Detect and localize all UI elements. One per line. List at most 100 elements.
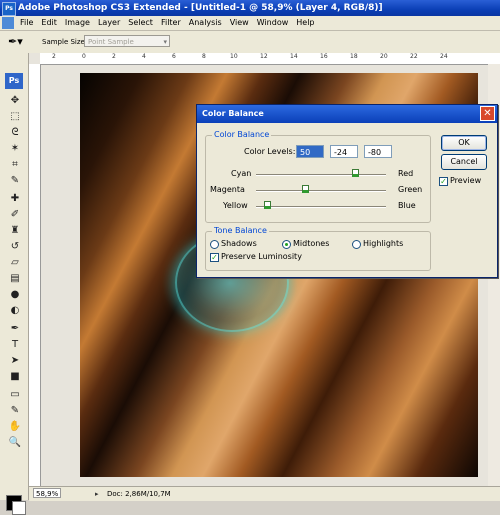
red-label: Red <box>398 169 414 178</box>
menu-view[interactable]: View <box>226 16 253 30</box>
ruler-number: 22 <box>410 53 418 60</box>
pen-icon[interactable]: ✒ <box>8 323 22 335</box>
crop-icon[interactable]: ⌗ <box>8 159 22 171</box>
ruler-number: 4 <box>142 53 146 60</box>
yellow-label: Yellow <box>223 201 248 210</box>
eyedropper-icon[interactable]: ✒▾ <box>8 35 23 48</box>
blur-icon[interactable]: ● <box>8 289 22 301</box>
menu-help[interactable]: Help <box>292 16 318 30</box>
midtones-label: Midtones <box>293 239 330 248</box>
move-icon[interactable]: ✥ <box>8 95 22 107</box>
ruler-number: 20 <box>380 53 388 60</box>
magenta-green-slider-handle[interactable] <box>302 185 309 193</box>
ruler-left <box>29 64 41 486</box>
preview-checkbox[interactable]: ✓ <box>439 177 448 186</box>
brush-icon[interactable]: ✐ <box>8 209 22 221</box>
ruler-number: 18 <box>350 53 358 60</box>
ruler-number: 2 <box>112 53 116 60</box>
status-bar: 58,9% ▸ Doc: 2,86M/10,7M <box>29 486 500 501</box>
cyan-label: Cyan <box>231 169 252 178</box>
slice-icon[interactable]: ✎ <box>8 175 22 187</box>
zoom-icon[interactable]: 🔍 <box>8 437 22 449</box>
clone-stamp-icon[interactable]: ♜ <box>8 225 22 237</box>
magenta-green-level-input[interactable]: -24 <box>330 145 358 158</box>
cancel-button[interactable]: Cancel <box>441 154 487 170</box>
document-size: Doc: 2,86M/10,7M <box>107 490 171 498</box>
ruler-number: 0 <box>82 53 86 60</box>
notes-icon[interactable]: ▭ <box>8 389 22 401</box>
chevron-down-icon: ▾ <box>163 38 167 46</box>
highlights-label: Highlights <box>363 239 404 248</box>
highlights-radio[interactable] <box>352 240 361 249</box>
eraser-icon[interactable]: ▱ <box>8 257 22 269</box>
shadows-label: Shadows <box>221 239 257 248</box>
lasso-icon[interactable]: ᘓ <box>8 127 22 139</box>
sample-size-value: Point Sample <box>88 38 134 46</box>
preview-label: Preview <box>450 176 482 185</box>
midtones-radio[interactable] <box>282 240 291 249</box>
color-balance-group: Color Balance Color Levels: 50 -24 -80 C… <box>205 130 431 223</box>
color-balance-dialog: Color Balance ✕ Color Balance Color Leve… <box>196 104 498 278</box>
yellow-blue-slider-handle[interactable] <box>264 201 271 209</box>
gradient-icon[interactable]: ▤ <box>8 273 22 285</box>
zoom-field[interactable]: 58,9% <box>33 488 61 498</box>
dodge-icon[interactable]: ◐ <box>8 305 22 317</box>
hand-icon[interactable]: ✋ <box>8 421 22 433</box>
window-title-bar: Ps Adobe Photoshop CS3 Extended - [Untit… <box>0 0 500 16</box>
marquee-icon[interactable]: ⬚ <box>8 111 22 123</box>
green-label: Green <box>398 185 423 194</box>
cyan-red-level-input[interactable]: 50 <box>296 145 324 158</box>
yellow-blue-level-input[interactable]: -80 <box>364 145 392 158</box>
menu-select[interactable]: Select <box>124 16 157 30</box>
tone-balance-group: Tone Balance Shadows Midtones Highlights… <box>205 226 431 271</box>
ruler-top: 2 0 2 4 6 8 10 12 14 16 18 20 22 24 <box>40 53 500 65</box>
shadows-radio[interactable] <box>210 240 219 249</box>
cyan-red-slider-handle[interactable] <box>352 169 359 177</box>
type-icon[interactable]: T <box>8 339 22 351</box>
blue-label: Blue <box>398 201 416 210</box>
toolbox: Ps ✥ ⬚ ᘓ ✶ ⌗ ✎ ✚ ✐ ♜ ↺ ▱ ▤ ● ◐ ✒ T ➤ ■ ▭… <box>0 53 29 515</box>
magenta-green-slider-track[interactable] <box>256 190 386 192</box>
dialog-title-bar: Color Balance ✕ <box>197 105 497 123</box>
color-levels-label: Color Levels: <box>244 147 296 156</box>
ruler-number: 24 <box>440 53 448 60</box>
background-color-swatch[interactable] <box>12 501 26 515</box>
menu-edit[interactable]: Edit <box>37 16 61 30</box>
preserve-luminosity-checkbox[interactable]: ✓ <box>210 253 219 262</box>
photoshop-menu-icon[interactable] <box>2 17 14 29</box>
ruler-number: 14 <box>290 53 298 60</box>
sample-size-label: Sample Size: <box>42 38 88 46</box>
close-icon[interactable]: ✕ <box>480 106 495 121</box>
tone-balance-group-title: Tone Balance <box>212 226 269 235</box>
menu-analysis[interactable]: Analysis <box>185 16 226 30</box>
magic-wand-icon[interactable]: ✶ <box>8 143 22 155</box>
menu-layer[interactable]: Layer <box>94 16 124 30</box>
ruler-number: 12 <box>260 53 268 60</box>
ruler-number: 10 <box>230 53 238 60</box>
ruler-number: 8 <box>202 53 206 60</box>
ruler-number: 2 <box>52 53 56 60</box>
ruler-number: 6 <box>172 53 176 60</box>
cyan-red-slider-track[interactable] <box>256 174 386 176</box>
status-arrow-icon[interactable]: ▸ <box>95 487 99 501</box>
window-title: Adobe Photoshop CS3 Extended - [Untitled… <box>18 3 383 13</box>
menu-file[interactable]: File <box>16 16 37 30</box>
photoshop-app-icon: Ps <box>2 2 16 16</box>
photoshop-logo: Ps <box>5 73 23 89</box>
healing-brush-icon[interactable]: ✚ <box>8 193 22 205</box>
sample-size-select[interactable]: Point Sample ▾ <box>84 35 170 47</box>
options-bar: ✒▾ Sample Size: Point Sample ▾ <box>0 31 500 54</box>
ruler-number: 16 <box>320 53 328 60</box>
ok-button[interactable]: OK <box>441 135 487 151</box>
magenta-label: Magenta <box>210 185 245 194</box>
menu-filter[interactable]: Filter <box>157 16 185 30</box>
menu-image[interactable]: Image <box>61 16 94 30</box>
menu-bar: File Edit Image Layer Select Filter Anal… <box>0 16 500 31</box>
menu-window[interactable]: Window <box>253 16 293 30</box>
preserve-luminosity-label: Preserve Luminosity <box>221 252 302 261</box>
history-brush-icon[interactable]: ↺ <box>8 241 22 253</box>
yellow-blue-slider-track[interactable] <box>256 206 386 208</box>
path-selection-icon[interactable]: ➤ <box>8 355 22 367</box>
eyedropper-tool-icon[interactable]: ✎ <box>8 405 22 417</box>
shape-icon[interactable]: ■ <box>8 371 22 383</box>
